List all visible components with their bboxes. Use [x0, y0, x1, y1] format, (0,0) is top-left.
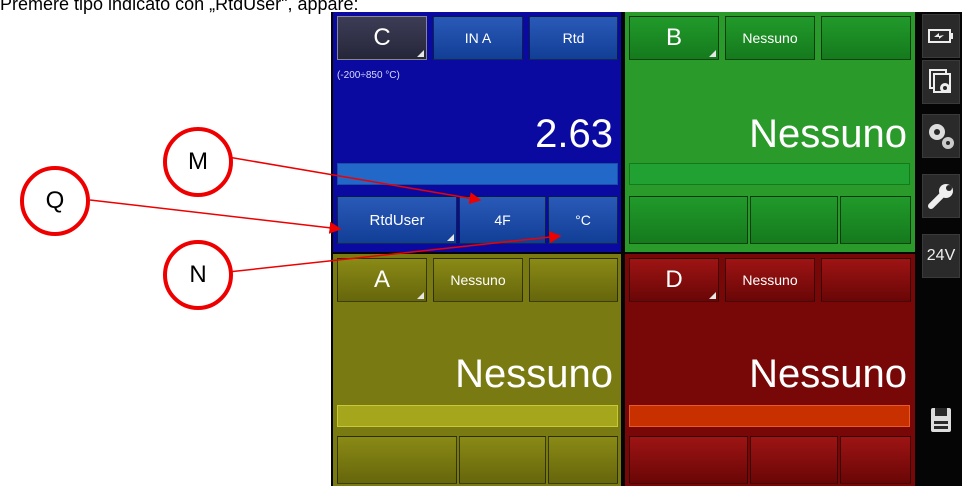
- arrow-q: [89, 199, 342, 234]
- callout-arrows: [89, 156, 562, 273]
- arrow-m: [227, 156, 482, 205]
- marker-m: M: [163, 127, 233, 197]
- marker-q: Q: [20, 166, 90, 236]
- arrow-n: [227, 231, 562, 273]
- marker-n: N: [163, 240, 233, 310]
